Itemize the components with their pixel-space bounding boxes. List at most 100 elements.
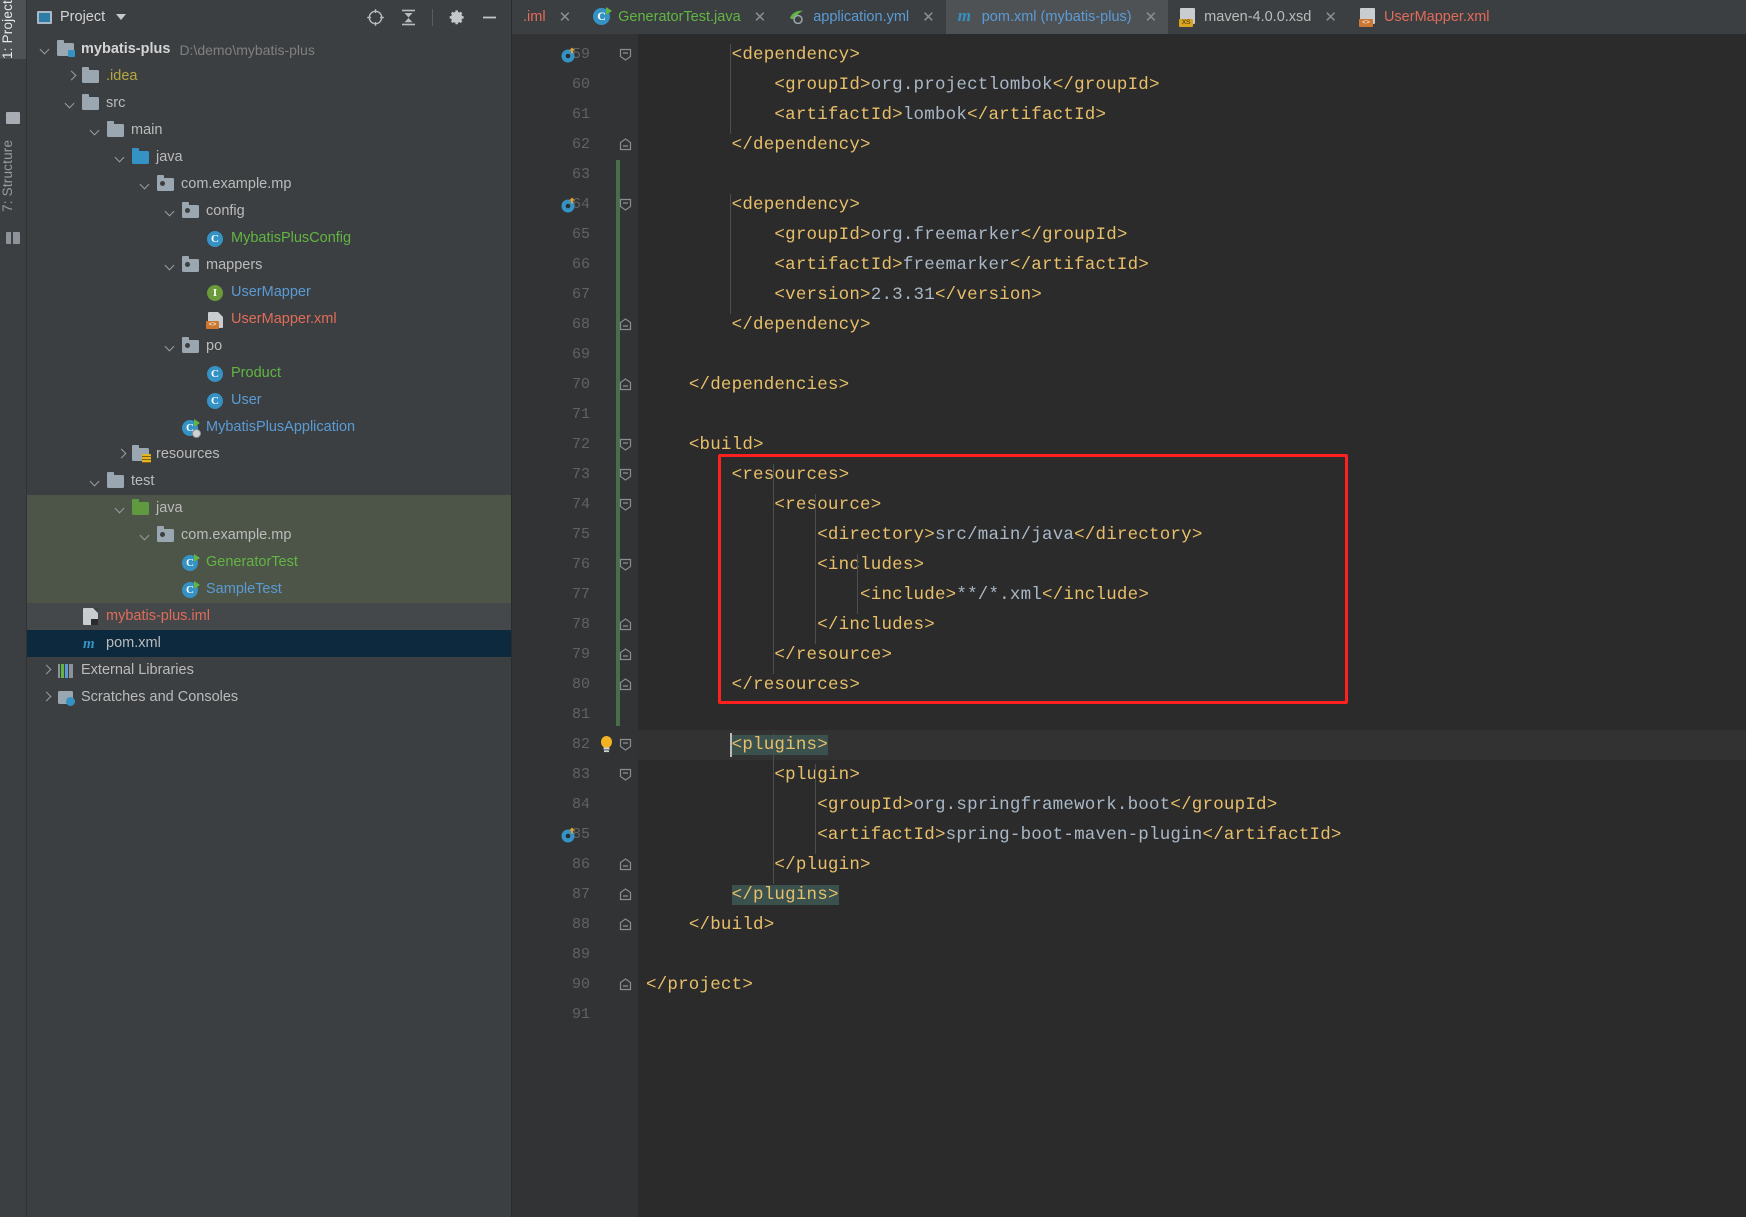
- code-line: <includes>: [646, 550, 924, 580]
- tree-node-sampletest[interactable]: C SampleTest: [27, 576, 511, 603]
- chevron-right-icon[interactable]: [39, 690, 55, 706]
- fold-marker-collapse-top[interactable]: [619, 558, 632, 571]
- fold-marker-collapse-bottom[interactable]: [619, 918, 632, 931]
- chevron-down-icon[interactable]: [39, 42, 55, 58]
- tree-node-java[interactable]: java: [27, 495, 511, 522]
- tree-node-product[interactable]: C Product: [27, 360, 511, 387]
- editor-tab-maven-4-0-0-xsd[interactable]: XS maven-4.0.0.xsd ✕: [1168, 0, 1348, 34]
- tree-node-com-example-mp[interactable]: com.example.mp: [27, 522, 511, 549]
- indent-guide: [814, 764, 816, 854]
- editor-tab-iml[interactable]: .iml ✕: [512, 0, 582, 34]
- close-icon[interactable]: ✕: [559, 8, 572, 26]
- tree-node-mybatis-plus-iml[interactable]: mybatis-plus.iml: [27, 603, 511, 630]
- code-content[interactable]: <dependency> <groupId>org.projectlombok<…: [638, 34, 1746, 1217]
- chevron-down-icon[interactable]: [164, 339, 180, 355]
- tree-node-mybatis-plus[interactable]: mybatis-plus D:\demo\mybatis-plus: [27, 36, 511, 63]
- fold-marker-collapse-top[interactable]: [619, 768, 632, 781]
- hide-icon[interactable]: [480, 8, 499, 27]
- gutter-annotations[interactable]: [598, 34, 616, 1217]
- maven-dependency-icon[interactable]: [560, 46, 578, 64]
- chevron-right-icon[interactable]: [39, 663, 55, 679]
- tree-node-po[interactable]: po: [27, 333, 511, 360]
- chevron-down-icon[interactable]: [139, 177, 155, 193]
- tree-node-src[interactable]: src: [27, 90, 511, 117]
- fold-marker-collapse-bottom[interactable]: [619, 618, 632, 631]
- code-line: <groupId>org.projectlombok</groupId>: [646, 70, 1160, 100]
- fold-marker-collapse-bottom[interactable]: [619, 138, 632, 151]
- close-icon[interactable]: ✕: [754, 8, 767, 26]
- indent-guide: [772, 734, 774, 884]
- gear-icon[interactable]: [447, 8, 466, 27]
- fold-marker-collapse-top[interactable]: [619, 198, 632, 211]
- close-icon[interactable]: ✕: [1145, 8, 1158, 26]
- chevron-down-icon[interactable]: [164, 204, 180, 220]
- fold-marker-collapse-bottom[interactable]: [619, 858, 632, 871]
- maven-dependency-icon[interactable]: [560, 826, 578, 844]
- fold-marker-collapse-bottom[interactable]: [619, 378, 632, 391]
- tree-node-generatortest[interactable]: C GeneratorTest: [27, 549, 511, 576]
- tree-node-mybatisplusconfig[interactable]: C MybatisPlusConfig: [27, 225, 511, 252]
- project-tree[interactable]: mybatis-plus D:\demo\mybatis-plus .idea src…: [27, 34, 511, 1217]
- chevron-down-icon[interactable]: [114, 150, 130, 166]
- editor-tab-pom-xml-mybatis-plus[interactable]: m pom.xml (mybatis-plus) ✕: [945, 0, 1169, 34]
- tree-node-external-libraries[interactable]: External Libraries: [27, 657, 511, 684]
- fold-marker-collapse-bottom[interactable]: [619, 318, 632, 331]
- close-icon[interactable]: ✕: [922, 8, 935, 26]
- fold-marker-collapse-top[interactable]: [619, 438, 632, 451]
- chevron-right-icon[interactable]: [64, 69, 80, 85]
- package-icon: [156, 526, 175, 544]
- fold-marker-collapse-top[interactable]: [619, 468, 632, 481]
- intention-bulb-icon[interactable]: [599, 735, 614, 754]
- editor-tab-bar[interactable]: .iml ✕ C GeneratorTest.java ✕ application.yml…: [512, 0, 1746, 34]
- chevron-down-icon[interactable]: [116, 14, 127, 20]
- chevron-down-icon[interactable]: [164, 258, 180, 274]
- tree-node-test[interactable]: test: [27, 468, 511, 495]
- tree-node-pom-xml[interactable]: m pom.xml: [27, 630, 511, 657]
- tree-node-mappers[interactable]: mappers: [27, 252, 511, 279]
- indent-guide: [730, 194, 732, 314]
- chevron-down-icon[interactable]: [89, 123, 105, 139]
- project-panel-title-group[interactable]: Project: [37, 9, 127, 25]
- collapse-all-icon[interactable]: [399, 8, 418, 27]
- code-editor[interactable]: 59 60 61 62 63 64 65 66 67 68 69 70 71 72 73 74 75 76 77 78…: [512, 34, 1746, 1217]
- tree-node-main[interactable]: main: [27, 117, 511, 144]
- editor-tab-usermapper-xml[interactable]: <> UserMapper.xml: [1348, 0, 1501, 34]
- xml-tag: </dependencies>: [688, 375, 850, 395]
- maven-dependency-icon[interactable]: [560, 196, 578, 214]
- tree-node-mybatisplusapplication[interactable]: C MybatisPlusApplication: [27, 414, 511, 441]
- tree-node-config[interactable]: config: [27, 198, 511, 225]
- chevron-down-icon[interactable]: [89, 474, 105, 490]
- tool-window-tab-structure[interactable]: 7: Structure: [0, 124, 26, 228]
- tree-node-resources[interactable]: resources: [27, 441, 511, 468]
- fold-marker-collapse-bottom[interactable]: [619, 888, 632, 901]
- fold-marker-collapse-top[interactable]: [619, 498, 632, 511]
- fold-marker-collapse-bottom[interactable]: [619, 678, 632, 691]
- chevron-down-icon[interactable]: [64, 96, 80, 112]
- fold-marker-collapse-top[interactable]: [619, 48, 632, 61]
- tree-node-usermapper-xml[interactable]: <> UserMapper.xml: [27, 306, 511, 333]
- chevron-down-icon[interactable]: [114, 501, 130, 517]
- tree-node-scratches-and-consoles[interactable]: Scratches and Consoles: [27, 684, 511, 711]
- tree-node-java[interactable]: java: [27, 144, 511, 171]
- editor-tab-application-yml[interactable]: application.yml ✕: [777, 0, 946, 34]
- tree-node-user[interactable]: C User: [27, 387, 511, 414]
- code-folding-gutter[interactable]: [616, 34, 638, 1217]
- xml-tag: <plugin>: [774, 765, 861, 785]
- tree-node-com-example-mp[interactable]: com.example.mp: [27, 171, 511, 198]
- tree-node-usermapper[interactable]: I UserMapper: [27, 279, 511, 306]
- fold-marker-collapse-top[interactable]: [619, 738, 632, 751]
- code-line: </includes>: [646, 610, 935, 640]
- fold-marker-collapse-bottom[interactable]: [619, 648, 632, 661]
- close-icon[interactable]: ✕: [1324, 8, 1337, 26]
- chevron-down-icon[interactable]: [139, 528, 155, 544]
- locate-icon[interactable]: [366, 8, 385, 27]
- tool-window-tab-project[interactable]: 1: Project: [0, 0, 26, 60]
- tree-node-idea[interactable]: .idea: [27, 63, 511, 90]
- editor-tab-generatortest-java[interactable]: C GeneratorTest.java ✕: [582, 0, 777, 34]
- fold-marker-collapse-bottom[interactable]: [619, 978, 632, 991]
- chevron-right-icon[interactable]: [114, 447, 130, 463]
- line-number: 81: [571, 706, 590, 723]
